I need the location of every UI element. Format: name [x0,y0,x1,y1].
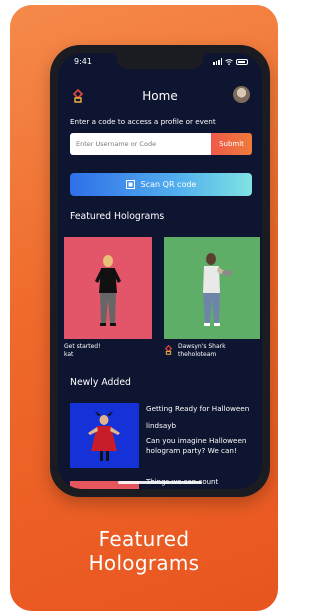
home-indicator [118,481,202,484]
newly-added-heading: Newly Added [70,377,131,388]
scan-qr-label: Scan QR code [140,180,197,189]
app-screen: 9:41 Home Enter a code to access a profi… [58,53,262,489]
scan-qr-button[interactable]: Scan QR code [70,173,252,196]
battery-icon [236,58,248,65]
avatar[interactable] [233,86,250,103]
hologram-figure-image-2 [203,253,232,326]
new-item-thumbnail[interactable] [70,403,139,468]
new-item-user: lindsayb [146,421,177,430]
status-time: 9:41 [74,57,92,66]
holo-logo-icon [164,345,173,355]
page-title: Home [142,89,178,103]
featured-card-2[interactable] [164,237,260,339]
signal-icon [213,58,222,65]
code-prompt: Enter a code to access a profile or even… [70,117,216,126]
halloween-figure-image [88,411,120,461]
submit-button[interactable]: Submit [211,133,252,155]
caption-line-1: Featured [98,527,190,551]
promo-caption: Featured Holograms [10,527,278,575]
status-icons [213,57,248,66]
qr-scan-icon [125,180,135,189]
phone-frame: 9:41 Home Enter a code to access a profi… [50,45,270,497]
featured-item-title: Get started! [64,343,101,350]
caption-line-2: Holograms [88,551,200,575]
featured-item-title: Dawsyn's Shark [178,343,226,350]
hologram-figure-image [95,255,121,326]
featured-item-user: theholoteam [178,351,217,358]
new-item-title: Getting Ready for Halloween [146,404,250,413]
promo-card: 9:41 Home Enter a code to access a profi… [10,5,278,611]
code-input[interactable]: Enter Username or Code [70,133,211,155]
wifi-icon [225,58,233,65]
featured-item-user: kat [64,351,74,358]
phone-notch [116,53,204,69]
new-item-description: Can you imagine Halloween hologram party… [146,436,247,455]
featured-heading: Featured Holograms [70,211,165,222]
featured-card-1[interactable] [64,237,152,339]
